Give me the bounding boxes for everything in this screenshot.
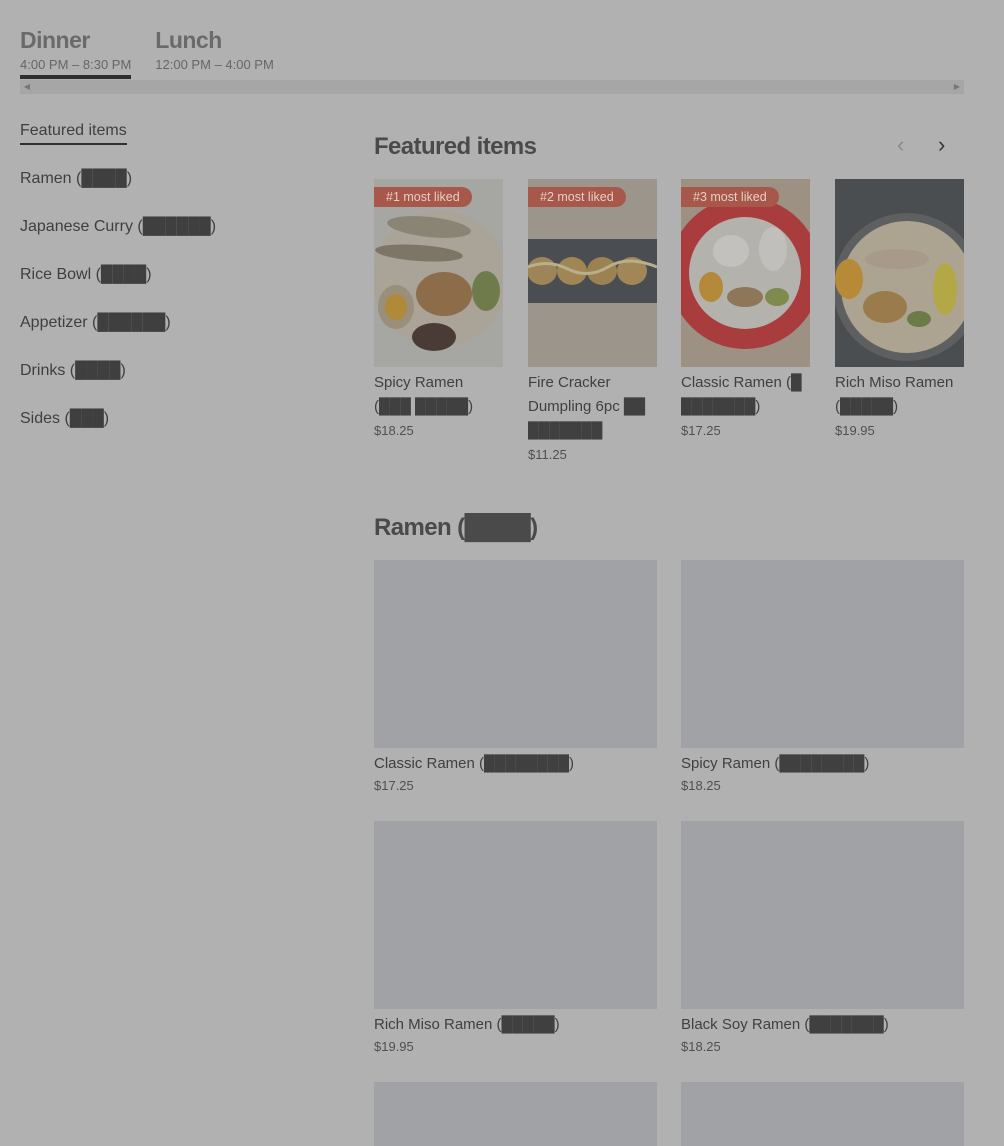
image-placeholder bbox=[681, 560, 964, 748]
item-name: Spicy Ramen (████████) bbox=[681, 755, 870, 772]
sidebar-item-label: Rice Bowl (████) bbox=[20, 266, 152, 283]
featured-section-title: Featured items bbox=[374, 133, 537, 160]
ramen-section-title: Ramen (████) bbox=[374, 514, 538, 541]
sidebar-item-label: Drinks (████) bbox=[20, 362, 126, 379]
item-price: $18.25 bbox=[681, 778, 721, 793]
item-price: $17.25 bbox=[374, 778, 414, 793]
featured-item-card[interactable]: #2 most liked Fire Cracker Dumpling 6pc … bbox=[528, 179, 657, 462]
item-name: Classic Ramen (████████) bbox=[374, 755, 575, 772]
item-price: $18.25 bbox=[681, 1039, 721, 1054]
menu-item-card[interactable]: Rich Miso Ramen (█████) $19.95 bbox=[374, 821, 657, 1054]
scroll-left-icon[interactable]: ◀ bbox=[20, 80, 34, 94]
item-price: $17.25 bbox=[681, 423, 721, 438]
food-photo: #1 most liked bbox=[374, 179, 503, 367]
image-placeholder bbox=[374, 1082, 657, 1146]
sidebar-item-label: Ramen (████) bbox=[20, 170, 133, 187]
image-placeholder bbox=[681, 1082, 964, 1146]
sidebar-item-rice-bowl[interactable]: Rice Bowl (████) bbox=[20, 264, 216, 312]
sidebar-item-featured[interactable]: Featured items bbox=[20, 120, 216, 168]
menu-item-card[interactable] bbox=[374, 1082, 657, 1146]
item-price: $19.95 bbox=[835, 423, 875, 438]
item-name: Spicy Ramen (███ █████) bbox=[374, 374, 474, 415]
menu-item-card[interactable] bbox=[681, 1082, 964, 1146]
item-price: $18.25 bbox=[374, 423, 414, 438]
menu-tabs: Dinner 4:00 PM – 8:30 PM Lunch 12:00 PM … bbox=[20, 26, 274, 79]
most-liked-badge: #3 most liked bbox=[681, 187, 779, 207]
horizontal-scrollbar[interactable]: ◀ ▶ bbox=[20, 80, 964, 94]
sidebar-item-label: Japanese Curry (██████) bbox=[20, 218, 217, 235]
sidebar-item-sides[interactable]: Sides (███) bbox=[20, 408, 216, 456]
sidebar-item-appetizer[interactable]: Appetizer (██████) bbox=[20, 312, 216, 360]
image-placeholder bbox=[374, 560, 657, 748]
featured-item-card[interactable]: Rich Miso Ramen (█████) $19.95 bbox=[835, 179, 964, 438]
item-name: Rich Miso Ramen (█████) bbox=[374, 1016, 560, 1033]
item-name: Black Soy Ramen (███████) bbox=[681, 1016, 889, 1033]
most-liked-badge: #1 most liked bbox=[374, 187, 472, 207]
item-price: $19.95 bbox=[374, 1039, 414, 1054]
item-price: $11.25 bbox=[528, 447, 567, 462]
sidebar-item-japanese-curry[interactable]: Japanese Curry (██████) bbox=[20, 216, 216, 264]
featured-item-card[interactable]: #3 most liked Classic Ramen (█ ███████) … bbox=[681, 179, 810, 438]
food-photo bbox=[835, 179, 964, 367]
sidebar-item-label: Featured items bbox=[20, 120, 127, 145]
featured-item-card[interactable]: #1 most liked Spicy Ramen (███ █████) $1… bbox=[374, 179, 503, 438]
item-name: Classic Ramen (█ ███████) bbox=[681, 374, 802, 415]
tab-title: Lunch bbox=[155, 27, 222, 53]
item-name: Fire Cracker Dumpling 6pc ██ ███████ bbox=[528, 374, 646, 439]
tab-title: Dinner bbox=[20, 27, 90, 53]
image-placeholder bbox=[374, 821, 657, 1009]
most-liked-badge: #2 most liked bbox=[528, 187, 626, 207]
sidebar-item-label: Appetizer (██████) bbox=[20, 314, 171, 331]
chevron-right-icon[interactable]: › bbox=[938, 132, 945, 158]
food-photo: #3 most liked bbox=[681, 179, 810, 367]
menu-item-card[interactable]: Classic Ramen (████████) $17.25 bbox=[374, 560, 657, 793]
item-name: Rich Miso Ramen (█████) bbox=[835, 374, 954, 415]
chevron-left-icon[interactable]: ‹ bbox=[897, 132, 904, 158]
menu-item-card[interactable]: Spicy Ramen (████████) $18.25 bbox=[681, 560, 964, 793]
sidebar-item-label: Sides (███) bbox=[20, 410, 110, 427]
sidebar-item-ramen[interactable]: Ramen (████) bbox=[20, 168, 216, 216]
tab-dinner[interactable]: Dinner 4:00 PM – 8:30 PM bbox=[20, 26, 132, 79]
sidebar-item-drinks[interactable]: Drinks (████) bbox=[20, 360, 216, 408]
tab-hours: 4:00 PM – 8:30 PM bbox=[20, 57, 132, 72]
food-photo: #2 most liked bbox=[528, 179, 657, 367]
tab-hours: 12:00 PM – 4:00 PM bbox=[155, 57, 274, 72]
menu-item-card[interactable]: Black Soy Ramen (███████) $18.25 bbox=[681, 821, 964, 1054]
image-placeholder bbox=[681, 821, 964, 1009]
tab-lunch[interactable]: Lunch 12:00 PM – 4:00 PM bbox=[155, 26, 274, 79]
scroll-right-icon[interactable]: ▶ bbox=[950, 80, 964, 94]
category-sidebar: Featured items Ramen (████) Japanese Cur… bbox=[20, 120, 216, 456]
